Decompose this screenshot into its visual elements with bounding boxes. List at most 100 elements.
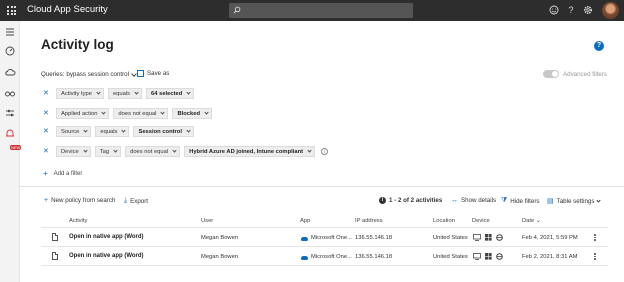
save-icon [137,70,144,77]
cloud-discovery-icon[interactable] [4,66,16,78]
filter-field-select[interactable]: Activity type [56,88,104,99]
export-label: Export [130,197,148,205]
plus-icon: + [44,197,49,204]
help-button[interactable]: ? [594,41,604,51]
hide-filters-button[interactable]: ⧩ Hide filters [501,197,539,205]
top-bar: Cloud App Security ? [0,0,624,21]
expand-arrows-icon: ↔ [451,197,458,204]
divider [20,186,624,187]
gear-icon[interactable] [582,4,594,16]
divider [41,227,608,228]
search-icon [233,6,241,14]
device-icons [473,253,503,260]
advanced-filters-toggle[interactable]: Advanced filters [543,70,607,78]
new-badge: NEW [10,145,22,150]
app-launcher-icon[interactable] [7,6,16,15]
export-button[interactable]: ⤓ Export [124,197,148,205]
table-settings-label: Table settings [556,197,595,205]
filter-field-select[interactable]: Source [56,126,92,137]
show-details-button[interactable]: ↔ Show details [451,197,496,204]
page-title: Activity log [41,37,114,52]
desktop-icon [473,253,481,260]
queries-label: Queries: [41,71,65,78]
user-cell[interactable]: Megan Bowen [201,235,238,241]
filter-operator-select[interactable]: equals [95,126,130,137]
location-cell: United States [433,254,468,260]
col-header-ip[interactable]: IP address [355,218,383,224]
queries-value: bypass session control [66,71,129,78]
table-settings-button[interactable]: ▤ Table settings [547,197,602,205]
table-icon: ▤ [547,198,554,205]
save-as-button[interactable]: Save as [137,70,169,77]
col-header-location[interactable]: Location [433,218,455,224]
app-cell[interactable]: Microsoft One... [311,254,352,260]
more-actions-icon[interactable] [594,253,596,261]
onedrive-icon [301,256,308,260]
filter-operator-select[interactable]: does not equal [125,146,181,157]
col-header-user[interactable]: User [201,218,213,224]
document-icon [52,252,58,260]
app-title[interactable]: Cloud App Security [27,4,108,15]
app-cell[interactable]: Microsoft One... [311,235,352,241]
plus-icon: + [43,169,48,178]
col-header-device[interactable]: Device [472,218,490,224]
info-icon[interactable]: i [321,148,329,155]
date-cell: Feb 2, 2021, 8:31 AM [522,254,578,260]
filter-row: ✕ Activity type equals 64 selected [43,88,198,99]
remove-filter-icon[interactable]: ✕ [43,88,50,99]
filter-subfield-select[interactable]: Tag [94,146,122,157]
filter-field-select[interactable]: Applied action [56,108,110,119]
date-cell: Feb 4, 2021, 5:59 PM [522,235,578,241]
filter-operator-select[interactable]: equals [107,88,143,99]
filter-value-select[interactable]: 64 selected [146,88,195,99]
col-header-activity[interactable]: Activity [69,218,87,224]
ip-cell[interactable]: 136.55.146.18 [355,254,392,260]
queries-selector[interactable]: Queries: bypass session control [41,70,137,78]
toggle-switch[interactable] [543,70,559,78]
desktop-icon [473,234,481,241]
onedrive-icon [301,237,308,241]
help-icon[interactable]: ? [565,4,577,16]
remove-filter-icon[interactable]: ✕ [43,126,50,137]
smiley-feedback-icon[interactable] [548,4,560,16]
show-details-label: Show details [461,197,497,204]
add-filter-button[interactable]: + Add a filter [43,169,82,178]
search-input[interactable] [229,3,413,18]
filter-row: ✕ Applied action does not equal Blocked [43,108,216,119]
activity-cell[interactable]: Open in native app (Word) [69,234,144,240]
remove-filter-icon[interactable]: ✕ [43,108,50,119]
filter-value-select[interactable]: Blocked [172,108,213,119]
location-cell: United States [433,235,468,241]
left-nav-rail: NEW [0,21,22,282]
new-policy-label: New policy from search [51,197,116,204]
dashboard-gauge-icon[interactable] [4,45,16,57]
count-label: 1 - 2 of 2 activities [389,197,443,204]
filter-field-select[interactable]: Device [56,146,91,157]
new-policy-button[interactable]: + New policy from search [44,197,115,204]
save-as-label: Save as [147,70,170,77]
more-actions-icon[interactable] [594,234,596,242]
filter-value-select[interactable]: Session control [133,126,194,137]
windows-icon [485,234,492,241]
hamburger-menu-icon[interactable] [4,26,16,38]
info-icon: i [379,197,386,204]
investigate-glasses-icon[interactable] [4,87,16,99]
filter-operator-select[interactable]: does not equal [113,108,169,119]
divider [41,246,608,247]
col-header-app[interactable]: App [300,218,310,224]
download-icon: ⤓ [124,197,128,204]
divider [41,265,608,266]
windows-icon [485,253,492,260]
activity-cell[interactable]: Open in native app (Word) [69,253,144,259]
avatar[interactable] [602,2,619,19]
control-sliders-icon[interactable] [4,107,16,119]
col-header-date[interactable]: Date ⌄ [522,218,541,224]
remove-filter-icon[interactable]: ✕ [43,146,50,157]
filter-value-select[interactable]: Hybrid Azure AD joined, Intune compliant [184,146,316,157]
device-icons [473,234,503,241]
user-cell[interactable]: Megan Bowen [201,254,238,260]
add-filter-label: Add a filter [53,170,83,177]
filter-icon: ⧩ [501,197,508,204]
alerts-icon[interactable] [4,127,16,139]
ip-cell[interactable]: 136.55.146.18 [355,235,392,241]
